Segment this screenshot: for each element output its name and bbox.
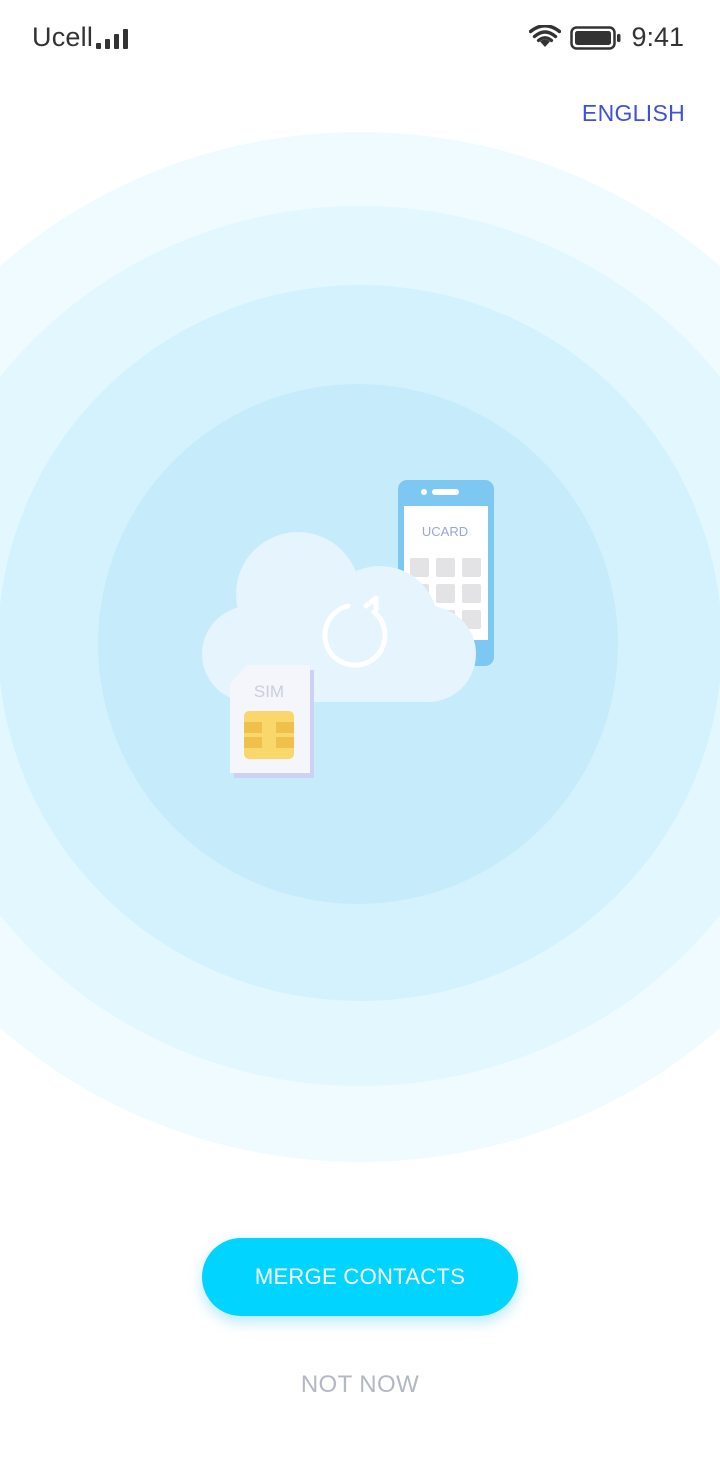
- background-ring-inner: [98, 384, 618, 904]
- status-bar: Ucell 9:41: [0, 0, 720, 76]
- battery-icon: [570, 26, 621, 50]
- status-time: 9:41: [631, 22, 684, 52]
- carrier-name: Ucell: [32, 22, 94, 52]
- not-now-button[interactable]: NOT NOW: [260, 1360, 460, 1410]
- merge-contacts-button[interactable]: MERGE CONTACTS: [202, 1238, 518, 1316]
- language-selector[interactable]: ENGLISH: [582, 100, 685, 127]
- contacts-merge-screen: Ucell 9:41 ENGLISH UCARD SIM MERGE CONTA…: [0, 0, 720, 1480]
- signal-icon: [96, 29, 128, 49]
- wifi-icon: [529, 25, 561, 47]
